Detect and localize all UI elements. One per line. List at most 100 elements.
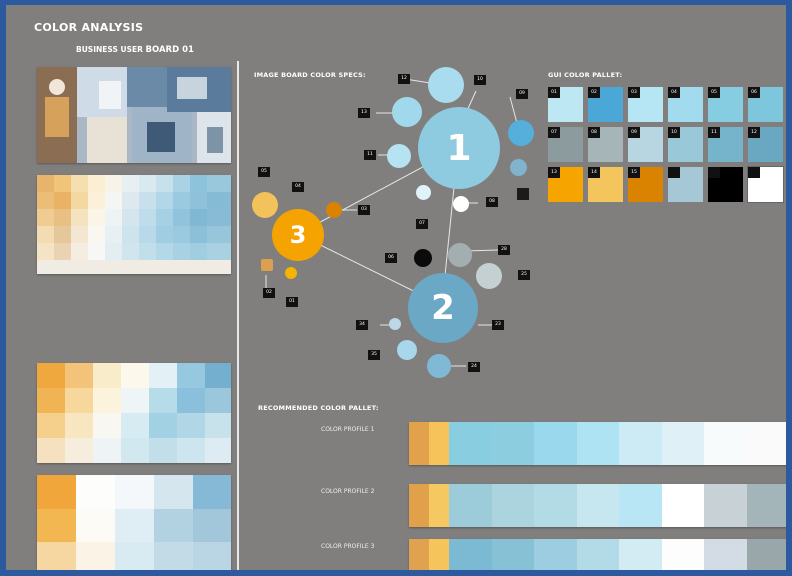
sat-c-09 [508,120,534,146]
profile-label: COLOR PROFILE 1 [321,426,375,433]
gui-swatch-tag: 12 [748,127,760,138]
gui-swatch: 03 [628,87,663,122]
gui-pallet-grid: 01 02 03 04 05 06 07 08 09 10 11 12 13 14 15 [548,87,786,203]
gui-swatch-tag: 03 [628,87,640,98]
profile-swatch [429,422,449,465]
profile-swatch [704,539,747,570]
gui-swatch: 15 [628,167,663,202]
sat-c-06 [453,196,469,212]
label-02: 02 [263,288,275,298]
profile-swatch [429,484,449,527]
gui-swatch: 09 [628,127,663,162]
profile-swatch [576,484,619,527]
gui-swatch-tag: 13 [548,167,560,178]
gui-swatch: 02 [588,87,623,122]
profile-swatch [534,539,577,570]
gui-swatch-tag: 11 [708,127,720,138]
gui-swatch: 05 [708,87,743,122]
gui-swatch-tag: 02 [588,87,600,98]
label-35: 35 [368,350,380,360]
label-24: 24 [468,362,480,372]
sat-c-24 [448,243,472,267]
profile-swatch [576,539,619,570]
profile-bar [409,539,786,570]
sat-c-12 [428,67,464,103]
node-2: 2 [408,273,478,343]
profile-swatch [661,484,704,527]
gui-swatch: 10 [668,127,703,162]
label-07: 07 [416,219,428,229]
profile-swatch [619,484,662,527]
label-23: 23 [492,320,504,330]
label-28: 28 [498,245,510,255]
gui-swatch-tag: 01 [548,87,560,98]
gui-swatch-tag: 06 [748,87,760,98]
profile-swatch [704,484,747,527]
gui-swatch [708,167,743,202]
gui-swatch: 08 [588,127,623,162]
gui-swatch [747,166,784,203]
label-11: 11 [364,150,376,160]
profile-swatch [534,422,577,465]
label-06: 06 [385,253,397,263]
sat-c-34 [261,259,273,271]
sat-c-08 [517,188,529,200]
profile-swatch [661,422,704,465]
profile-swatch [409,539,429,570]
profile-swatch [491,422,534,465]
node-3: 3 [272,209,324,261]
label-08: 08 [486,197,498,207]
gui-swatch-tag: 05 [708,87,720,98]
gui-swatch-tag: 14 [588,167,600,178]
sat-c-23 [414,249,432,267]
sat-c-11 [387,144,411,168]
profile-label: COLOR PROFILE 3 [321,543,375,550]
profile-swatch [619,422,662,465]
sat-c-20 [397,340,417,360]
label-13: 13 [358,108,370,118]
profile-bar [409,422,786,465]
sat-c-25 [326,202,342,218]
label-03: 03 [358,205,370,215]
sat-c-19 [427,354,451,378]
node-1: 1 [418,107,500,189]
node-3-number: 3 [289,221,307,249]
gui-swatch-tag [708,167,720,178]
board-frame: COLOR ANALYSIS BUSINESS USER BOARD 01 IM… [0,0,792,576]
profile-swatch [491,539,534,570]
gui-swatch-tag [748,167,760,178]
profile-swatch [746,539,786,570]
profile-label: COLOR PROFILE 2 [321,488,375,495]
gui-swatch: 01 [548,87,583,122]
label-34: 34 [356,320,368,330]
sat-c-07 [416,185,431,200]
profile-swatch [429,539,449,570]
label-12: 12 [398,74,410,84]
profile-swatch [746,484,786,527]
label-05: 05 [258,167,270,177]
profile-swatch [449,539,492,570]
profile-swatch [491,484,534,527]
profile-swatch [449,422,492,465]
gui-swatch: 14 [588,167,623,202]
gui-swatch: 07 [548,127,583,162]
profile-bar [409,484,786,527]
profile-swatch [534,484,577,527]
profile-swatch [409,484,429,527]
node-1-number: 1 [446,127,472,169]
profile-swatch [619,539,662,570]
sat-c-28 [252,192,278,218]
gui-swatch [668,167,703,202]
label-01: 01 [286,297,298,307]
sat-c-10 [510,159,527,176]
gui-swatch-tag: 09 [628,127,640,138]
gui-swatch-tag: 15 [628,167,640,178]
profile-swatch [576,422,619,465]
gui-swatch: 13 [548,167,583,202]
label-09: 09 [516,89,528,99]
gui-swatch: 04 [668,87,703,122]
sat-c-22 [476,263,502,289]
profile-swatch [746,422,786,465]
gui-swatch: 11 [708,127,743,162]
profile-swatch [449,484,492,527]
